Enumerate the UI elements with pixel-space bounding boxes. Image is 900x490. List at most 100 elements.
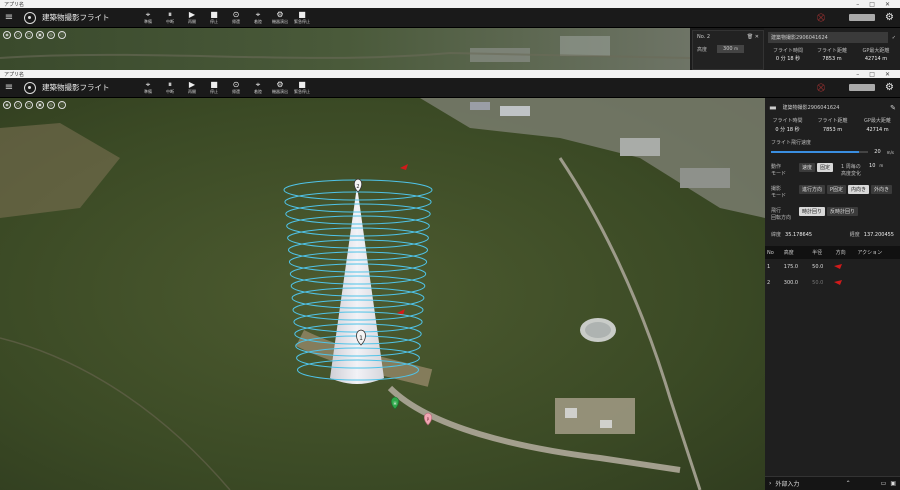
device-icon: ⚙ xyxy=(276,10,284,19)
per-turn-value[interactable]: 10 xyxy=(869,163,875,169)
check-icon[interactable]: ✓ xyxy=(892,35,896,41)
svg-text:1: 1 xyxy=(359,335,363,342)
menu-icon[interactable]: ≡ xyxy=(0,12,18,23)
camera-icon[interactable]: ▣ xyxy=(36,101,44,109)
target-icon[interactable]: ○ xyxy=(14,31,22,39)
drone-button[interactable]: ⌖ 準備 xyxy=(138,80,158,95)
map-top[interactable] xyxy=(0,28,690,70)
maximize-icon[interactable]: □ xyxy=(869,1,875,8)
table-header-cell: 高度 xyxy=(783,250,794,256)
screen-icon[interactable]: ▣ xyxy=(890,480,896,487)
direction-icon xyxy=(833,275,856,291)
file-name-field[interactable]: 建築物撮影2906041624 xyxy=(768,32,888,43)
camera-icon[interactable]: ▣ xyxy=(36,31,44,39)
toolbar-label: 帰還 xyxy=(232,19,240,24)
landing-button[interactable]: ⌖ 着陸 xyxy=(248,10,268,25)
table-header-cell: 方向 xyxy=(835,250,846,256)
route-icon[interactable]: ▢ xyxy=(25,31,33,39)
camera-mode-option[interactable]: 外向き xyxy=(871,185,893,194)
stop-button[interactable]: ■ 停止 xyxy=(204,80,224,95)
chevron-right-icon[interactable]: › xyxy=(769,480,771,487)
titlebar: アプリ名 – □ ✕ xyxy=(0,0,900,8)
satellite-map[interactable]: 2 1 H P xyxy=(0,98,765,490)
toolbar-label: 着陸 xyxy=(254,19,262,24)
device-button[interactable]: ⚙ 機器演出 xyxy=(270,80,290,95)
play-button[interactable]: ▶ 再開 xyxy=(182,80,202,95)
view-icon[interactable]: ◎ xyxy=(47,101,55,109)
minimize-icon[interactable]: – xyxy=(856,1,859,8)
toolbar-label: 再開 xyxy=(188,89,196,94)
lon-value[interactable]: 137.200455 xyxy=(864,232,894,238)
svg-text:2: 2 xyxy=(356,184,359,190)
titlebar: アプリ名 – □ ✕ xyxy=(0,70,900,78)
stat-label: GP最大距離 xyxy=(864,118,891,124)
camera-mode-option[interactable]: 内向き xyxy=(848,185,870,194)
table-cell-radius: 50.0 xyxy=(812,264,824,270)
rotation-option[interactable]: 反時計回り xyxy=(827,207,859,216)
lat-value[interactable]: 35.178645 xyxy=(785,232,812,238)
toolbar-label: 中断 xyxy=(166,89,174,94)
info-icon[interactable]: ⓘ xyxy=(58,101,66,109)
warning-icon[interactable]: ⛒ xyxy=(817,83,825,93)
height-input[interactable]: 300 m xyxy=(717,45,745,53)
table-row[interactable]: 1 175.0 50.0 xyxy=(765,259,900,275)
edit-icon[interactable]: ✎ xyxy=(890,104,896,112)
gear-icon[interactable]: ⚙ xyxy=(885,12,894,23)
close-icon[interactable]: ✕ xyxy=(885,1,890,8)
camera-mode-option[interactable]: P固定 xyxy=(827,185,847,194)
info-icon[interactable]: ⓘ xyxy=(58,31,66,39)
landing-button[interactable]: ⌖ 着陸 xyxy=(248,80,268,95)
return-button[interactable]: ⊙ 帰還 xyxy=(226,80,246,95)
camera-mode-option[interactable]: 進行方向 xyxy=(799,185,826,194)
drone-icon: ⌖ xyxy=(145,80,151,89)
emergency-stop-button[interactable]: ■ 緊急停止 xyxy=(292,80,312,95)
stop-button[interactable]: ■ 停止 xyxy=(204,10,224,25)
bottom-bar: › 外部入力 ⌃ ▭ ▣ xyxy=(765,476,900,490)
window-icon[interactable]: ▭ xyxy=(881,480,887,487)
minimize-icon[interactable]: – xyxy=(856,71,859,78)
route-icon[interactable]: ▢ xyxy=(25,101,33,109)
layer-icon[interactable]: ◉ xyxy=(3,101,11,109)
motion-mode-option[interactable]: 速度 xyxy=(799,163,816,172)
target-icon[interactable]: ○ xyxy=(14,101,22,109)
return-button[interactable]: ⊙ 帰還 xyxy=(226,10,246,25)
stat-value: 0 分 18 秒 xyxy=(775,56,801,62)
device-button[interactable]: ⚙ 機器演出 xyxy=(270,10,290,25)
table-row[interactable]: 2 300.0 50.0 xyxy=(765,275,900,291)
action-cell[interactable] xyxy=(855,259,900,275)
emergency-stop-button[interactable]: ■ 緊急停止 xyxy=(292,10,312,25)
menu-icon[interactable]: ≡ xyxy=(0,82,18,93)
waypoint-number: No. 2 xyxy=(697,34,711,40)
stat-label: フライト時間 xyxy=(772,118,803,124)
close-icon[interactable]: ✕ xyxy=(885,71,890,78)
pause-button[interactable]: ⏸ 中断 xyxy=(160,10,180,25)
trash-icon[interactable]: 🗑 xyxy=(747,34,753,40)
camera-mode-label: 撮影 モード xyxy=(771,186,787,199)
table-cell-no: 1 xyxy=(767,264,771,270)
stat-label: フライト距離 xyxy=(817,118,848,124)
pause-button[interactable]: ⏸ 中断 xyxy=(160,80,180,95)
maximize-icon[interactable]: □ xyxy=(869,71,875,78)
speed-unit: m/s xyxy=(886,149,894,155)
toolbar-label: 停止 xyxy=(210,19,218,24)
speed-slider[interactable] xyxy=(771,151,869,153)
play-button[interactable]: ▶ 再開 xyxy=(182,10,202,25)
chevron-up-icon[interactable]: ⌃ xyxy=(846,480,851,487)
warning-icon[interactable]: ⛒ xyxy=(817,13,825,23)
rotation-option[interactable]: 時計回り xyxy=(799,207,826,216)
external-input-label[interactable]: 外部入力 xyxy=(775,479,845,488)
side-panel-top: 建築物撮影2906041624 ✓ フライト時間 フライト距離 GP最大距離 0 分… xyxy=(764,28,900,70)
stat-value: 0 分 18 秒 xyxy=(775,127,800,133)
stat-label: フライト時間 xyxy=(772,48,803,54)
gear-icon[interactable]: ⚙ xyxy=(885,82,894,93)
folder-icon[interactable]: ▬ xyxy=(769,103,777,112)
close-icon[interactable]: ✕ xyxy=(755,34,759,40)
record-button[interactable] xyxy=(849,84,876,91)
record-button[interactable] xyxy=(849,14,876,21)
motion-mode-option[interactable]: 固定 xyxy=(817,163,834,172)
layer-icon[interactable]: ◉ xyxy=(3,31,11,39)
drone-button[interactable]: ⌖ 準備 xyxy=(138,10,158,25)
view-icon[interactable]: ◎ xyxy=(47,31,55,39)
main-window: アプリ名 – □ ✕ ≡ 建築物撮影フライト ⌖ 準備 ⏸ 中断 ▶ 再開 ■ 停止 ⊙ 帰還 ⌖ 着陸 ⚙… xyxy=(0,70,900,490)
action-cell[interactable] xyxy=(855,275,900,291)
